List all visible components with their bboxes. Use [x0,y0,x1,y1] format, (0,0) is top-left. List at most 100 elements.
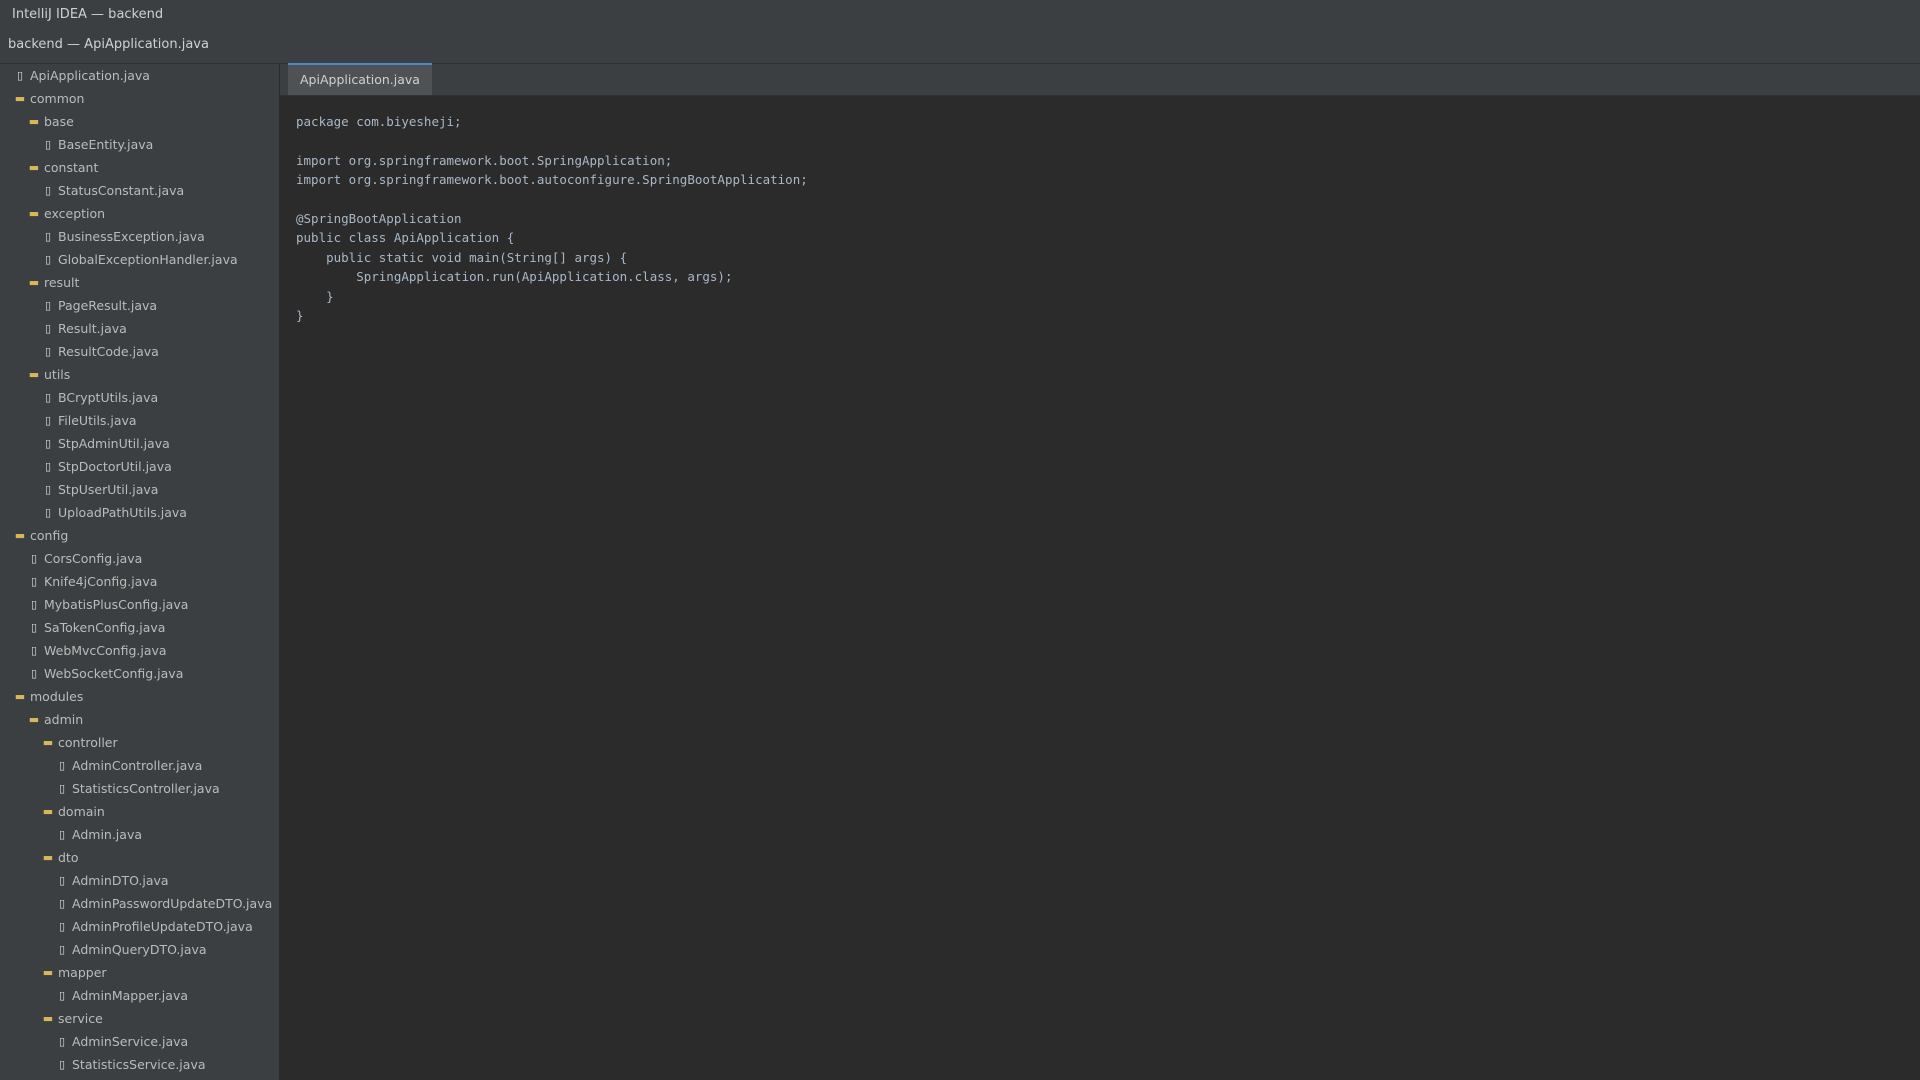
file-icon: ▯ [30,621,38,634]
tree-item-label: StatisticsService.java [72,1057,206,1072]
tree-item-label: StpDoctorUtil.java [58,459,172,474]
tree-folder[interactable]: ▬ base [0,110,279,133]
tree-file[interactable]: ▯ AdminQueryDTO.java [0,938,279,961]
code-line[interactable]: } [296,306,1920,325]
tree-file[interactable]: ▯ ResultCode.java [0,340,279,363]
code-line[interactable]: } [296,287,1920,306]
file-icon: ▯ [44,414,52,427]
code-line[interactable]: public static void main(String[] args) { [296,248,1920,267]
tree-item-label: AdminQueryDTO.java [72,942,207,957]
tree-item-label: result [44,275,80,290]
tree-folder[interactable]: ▬ constant [0,156,279,179]
folder-icon: ▬ [42,966,54,979]
tree-folder[interactable]: ▬ modules [0,685,279,708]
tree-file[interactable]: ▯ SaTokenConfig.java [0,616,279,639]
tree-file[interactable]: ▯ StpAdminUtil.java [0,432,279,455]
tree-file[interactable]: ▯ StatisticsController.java [0,777,279,800]
breadcrumb[interactable]: backend — ApiApplication.java [8,37,209,52]
file-icon: ▯ [58,759,66,772]
tree-item-label: WebSocketConfig.java [44,666,184,681]
code-line[interactable]: import org.springframework.boot.SpringAp… [296,151,1920,170]
tree-folder[interactable]: ▬ domain [0,800,279,823]
tree-file[interactable]: ▯ StpDoctorUtil.java [0,455,279,478]
tree-item-label: CorsConfig.java [44,551,143,566]
code-line[interactable] [296,190,1920,209]
file-icon: ▯ [58,989,66,1002]
tree-file[interactable]: ▯ AdminPasswordUpdateDTO.java [0,892,279,915]
tree-file[interactable]: ▯ PageResult.java [0,294,279,317]
tree-item-label: domain [58,804,105,819]
tree-file[interactable]: ▯ MybatisPlusConfig.java [0,593,279,616]
tree-item-label: controller [58,735,118,750]
tree-item-label: Admin.java [72,827,143,842]
tree-item-label: base [44,114,74,129]
code-line[interactable]: public class ApiApplication { [296,228,1920,247]
tree-file[interactable]: ▯ StatusConstant.java [0,179,279,202]
code-line[interactable]: @SpringBootApplication [296,209,1920,228]
tree-item-label: ApiApplication.java [30,68,150,83]
navigation-bar: backend — ApiApplication.java [0,30,1920,64]
tree-file[interactable]: ▯ GlobalExceptionHandler.java [0,248,279,271]
tree-item-label: config [30,528,69,543]
tree-item-label: common [30,91,85,106]
folder-icon: ▬ [14,690,26,703]
tree-folder[interactable]: ▬ utils [0,363,279,386]
file-icon: ▯ [44,253,52,266]
tree-file[interactable]: ▯ BusinessException.java [0,225,279,248]
tree-folder[interactable]: ▬ result [0,271,279,294]
tree-file[interactable]: ▯ ApiApplication.java [0,64,279,87]
tree-file[interactable]: ▯ UploadPathUtils.java [0,501,279,524]
tab-api-application[interactable]: ApiApplication.java [288,63,432,95]
tree-file[interactable]: ▯ BCryptUtils.java [0,386,279,409]
tree-file[interactable]: ▯ StpUserUtil.java [0,478,279,501]
code-line[interactable]: SpringApplication.run(ApiApplication.cla… [296,267,1920,286]
code-line[interactable]: import org.springframework.boot.autoconf… [296,170,1920,189]
tree-folder[interactable]: ▬ mapper [0,961,279,984]
file-icon: ▯ [44,138,52,151]
file-icon: ▯ [58,1058,66,1071]
file-icon: ▯ [44,322,52,335]
tree-folder[interactable]: ▬ admin [0,708,279,731]
tree-item-label: StatusConstant.java [58,183,185,198]
tree-folder[interactable]: ▬ exception [0,202,279,225]
tree-item-label: AdminPasswordUpdateDTO.java [72,896,273,911]
file-icon: ▯ [30,667,38,680]
tree-file[interactable]: ▯ Knife4jConfig.java [0,570,279,593]
tree-folder[interactable]: ▬ common [0,87,279,110]
tree-file[interactable]: ▯ WebMvcConfig.java [0,639,279,662]
code-line[interactable] [296,131,1920,150]
folder-icon: ▬ [28,276,40,289]
file-icon: ▯ [44,184,52,197]
tree-item-label: AdminProfileUpdateDTO.java [72,919,253,934]
tree-file[interactable]: ▯ WebSocketConfig.java [0,662,279,685]
tree-item-label: BCryptUtils.java [58,390,159,405]
tree-item-label: UploadPathUtils.java [58,505,187,520]
tree-file[interactable]: ▯ AdminMapper.java [0,984,279,1007]
tree-item-label: StpAdminUtil.java [58,436,170,451]
folder-icon: ▬ [28,115,40,128]
tree-folder[interactable]: ▬ service [0,1007,279,1030]
folder-icon: ▬ [42,736,54,749]
tree-item-label: FileUtils.java [58,413,137,428]
code-line[interactable]: package com.biyesheji; [296,112,1920,131]
tree-file[interactable]: ▯ StatisticsService.java [0,1053,279,1076]
tree-folder[interactable]: ▬ config [0,524,279,547]
tree-file[interactable]: ▯ AdminDTO.java [0,869,279,892]
tree-item-label: AdminController.java [72,758,203,773]
tree-file[interactable]: ▯ AdminController.java [0,754,279,777]
tree-item-label: StatisticsController.java [72,781,220,796]
tree-item-label: PageResult.java [58,298,158,313]
tree-item-label: modules [30,689,84,704]
tree-file[interactable]: ▯ BaseEntity.java [0,133,279,156]
tree-file[interactable]: ▯ Admin.java [0,823,279,846]
tree-file[interactable]: ▯ CorsConfig.java [0,547,279,570]
tree-file[interactable]: ▯ FileUtils.java [0,409,279,432]
tree-file[interactable]: ▯ AdminProfileUpdateDTO.java [0,915,279,938]
tree-item-label: utils [44,367,71,382]
tree-file[interactable]: ▯ Result.java [0,317,279,340]
tree-folder[interactable]: ▬ controller [0,731,279,754]
tree-folder[interactable]: ▬ dto [0,846,279,869]
code-editor[interactable]: package com.biyesheji; import org.springf… [280,96,1920,325]
file-icon: ▯ [44,345,52,358]
tree-file[interactable]: ▯ AdminService.java [0,1030,279,1053]
